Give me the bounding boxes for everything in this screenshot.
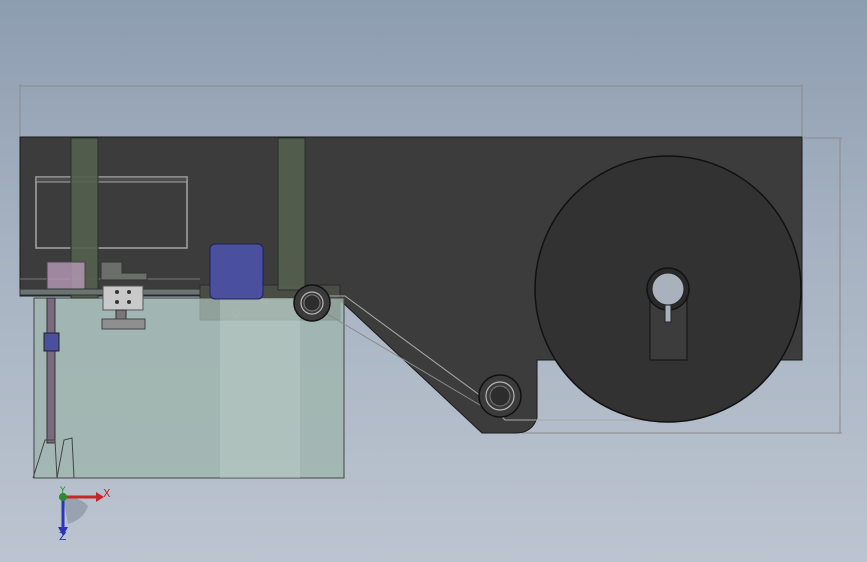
- roll-shaft-key: [664, 304, 672, 323]
- sensor-screw: [115, 290, 119, 294]
- sensor-screw: [115, 300, 119, 304]
- film-roll[interactable]: [534, 155, 802, 423]
- idle-roller-lower[interactable]: [478, 374, 522, 418]
- model-drawing[interactable]: [0, 0, 867, 562]
- pink-clamp-block[interactable]: [46, 261, 86, 291]
- inner-window-bar: [35, 176, 188, 183]
- guard-highlight: [220, 298, 300, 478]
- sensor-screw: [127, 300, 131, 304]
- roll-shaft-hole: [651, 272, 685, 306]
- sensor-block[interactable]: [102, 285, 144, 311]
- cad-viewport[interactable]: X Y Z: [0, 0, 867, 562]
- sensor-stem: [115, 309, 127, 320]
- blue-motor-block[interactable]: [209, 243, 264, 300]
- vertical-slide-rod[interactable]: [46, 297, 56, 444]
- sensor-base[interactable]: [101, 318, 146, 330]
- idle-roller-upper[interactable]: [293, 284, 331, 322]
- sensor-screw: [127, 290, 131, 294]
- x-axis-label: X: [103, 487, 111, 500]
- y-axis-label: Y: [60, 486, 66, 496]
- blue-clip[interactable]: [43, 332, 60, 352]
- z-axis-label: Z: [59, 530, 67, 543]
- vertical-post-right[interactable]: [277, 137, 306, 291]
